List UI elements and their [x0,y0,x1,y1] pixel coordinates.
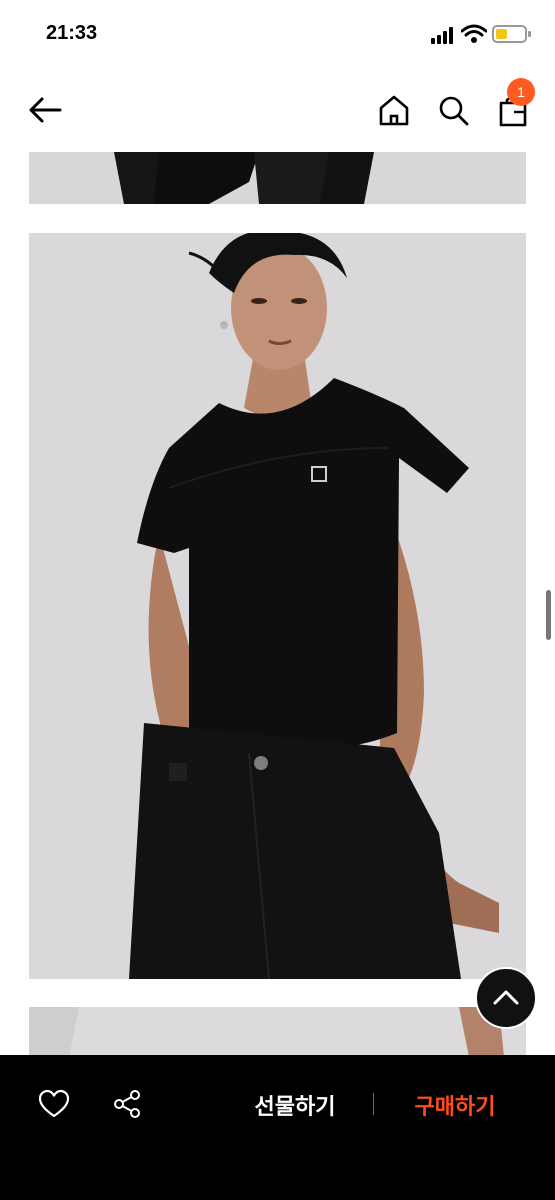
home-icon[interactable] [376,92,412,128]
scroll-to-top-button[interactable] [475,967,537,1029]
product-image-main [29,233,526,979]
cellular-signal-icon [431,27,453,44]
search-icon[interactable] [435,92,471,128]
wifi-icon [461,24,487,43]
cart-count-badge: 1 [507,78,535,106]
battery-icon [492,25,531,43]
heart-icon[interactable] [38,1089,70,1119]
top-nav [0,80,555,140]
buy-button[interactable]: 구매하기 [395,1089,515,1121]
status-bar: 21:33 [0,0,555,70]
status-time: 21:33 [46,22,98,44]
share-icon[interactable] [112,1089,142,1119]
product-image-partial-top [29,152,526,204]
scrollbar[interactable] [546,590,551,640]
back-arrow-icon[interactable] [26,94,66,126]
bottom-action-bar: 선물하기 구매하기 [0,1055,555,1200]
button-divider [373,1093,374,1115]
chevron-up-icon [493,990,519,1005]
product-image-partial-bottom [29,1007,526,1057]
gift-button[interactable]: 선물하기 [230,1089,360,1121]
